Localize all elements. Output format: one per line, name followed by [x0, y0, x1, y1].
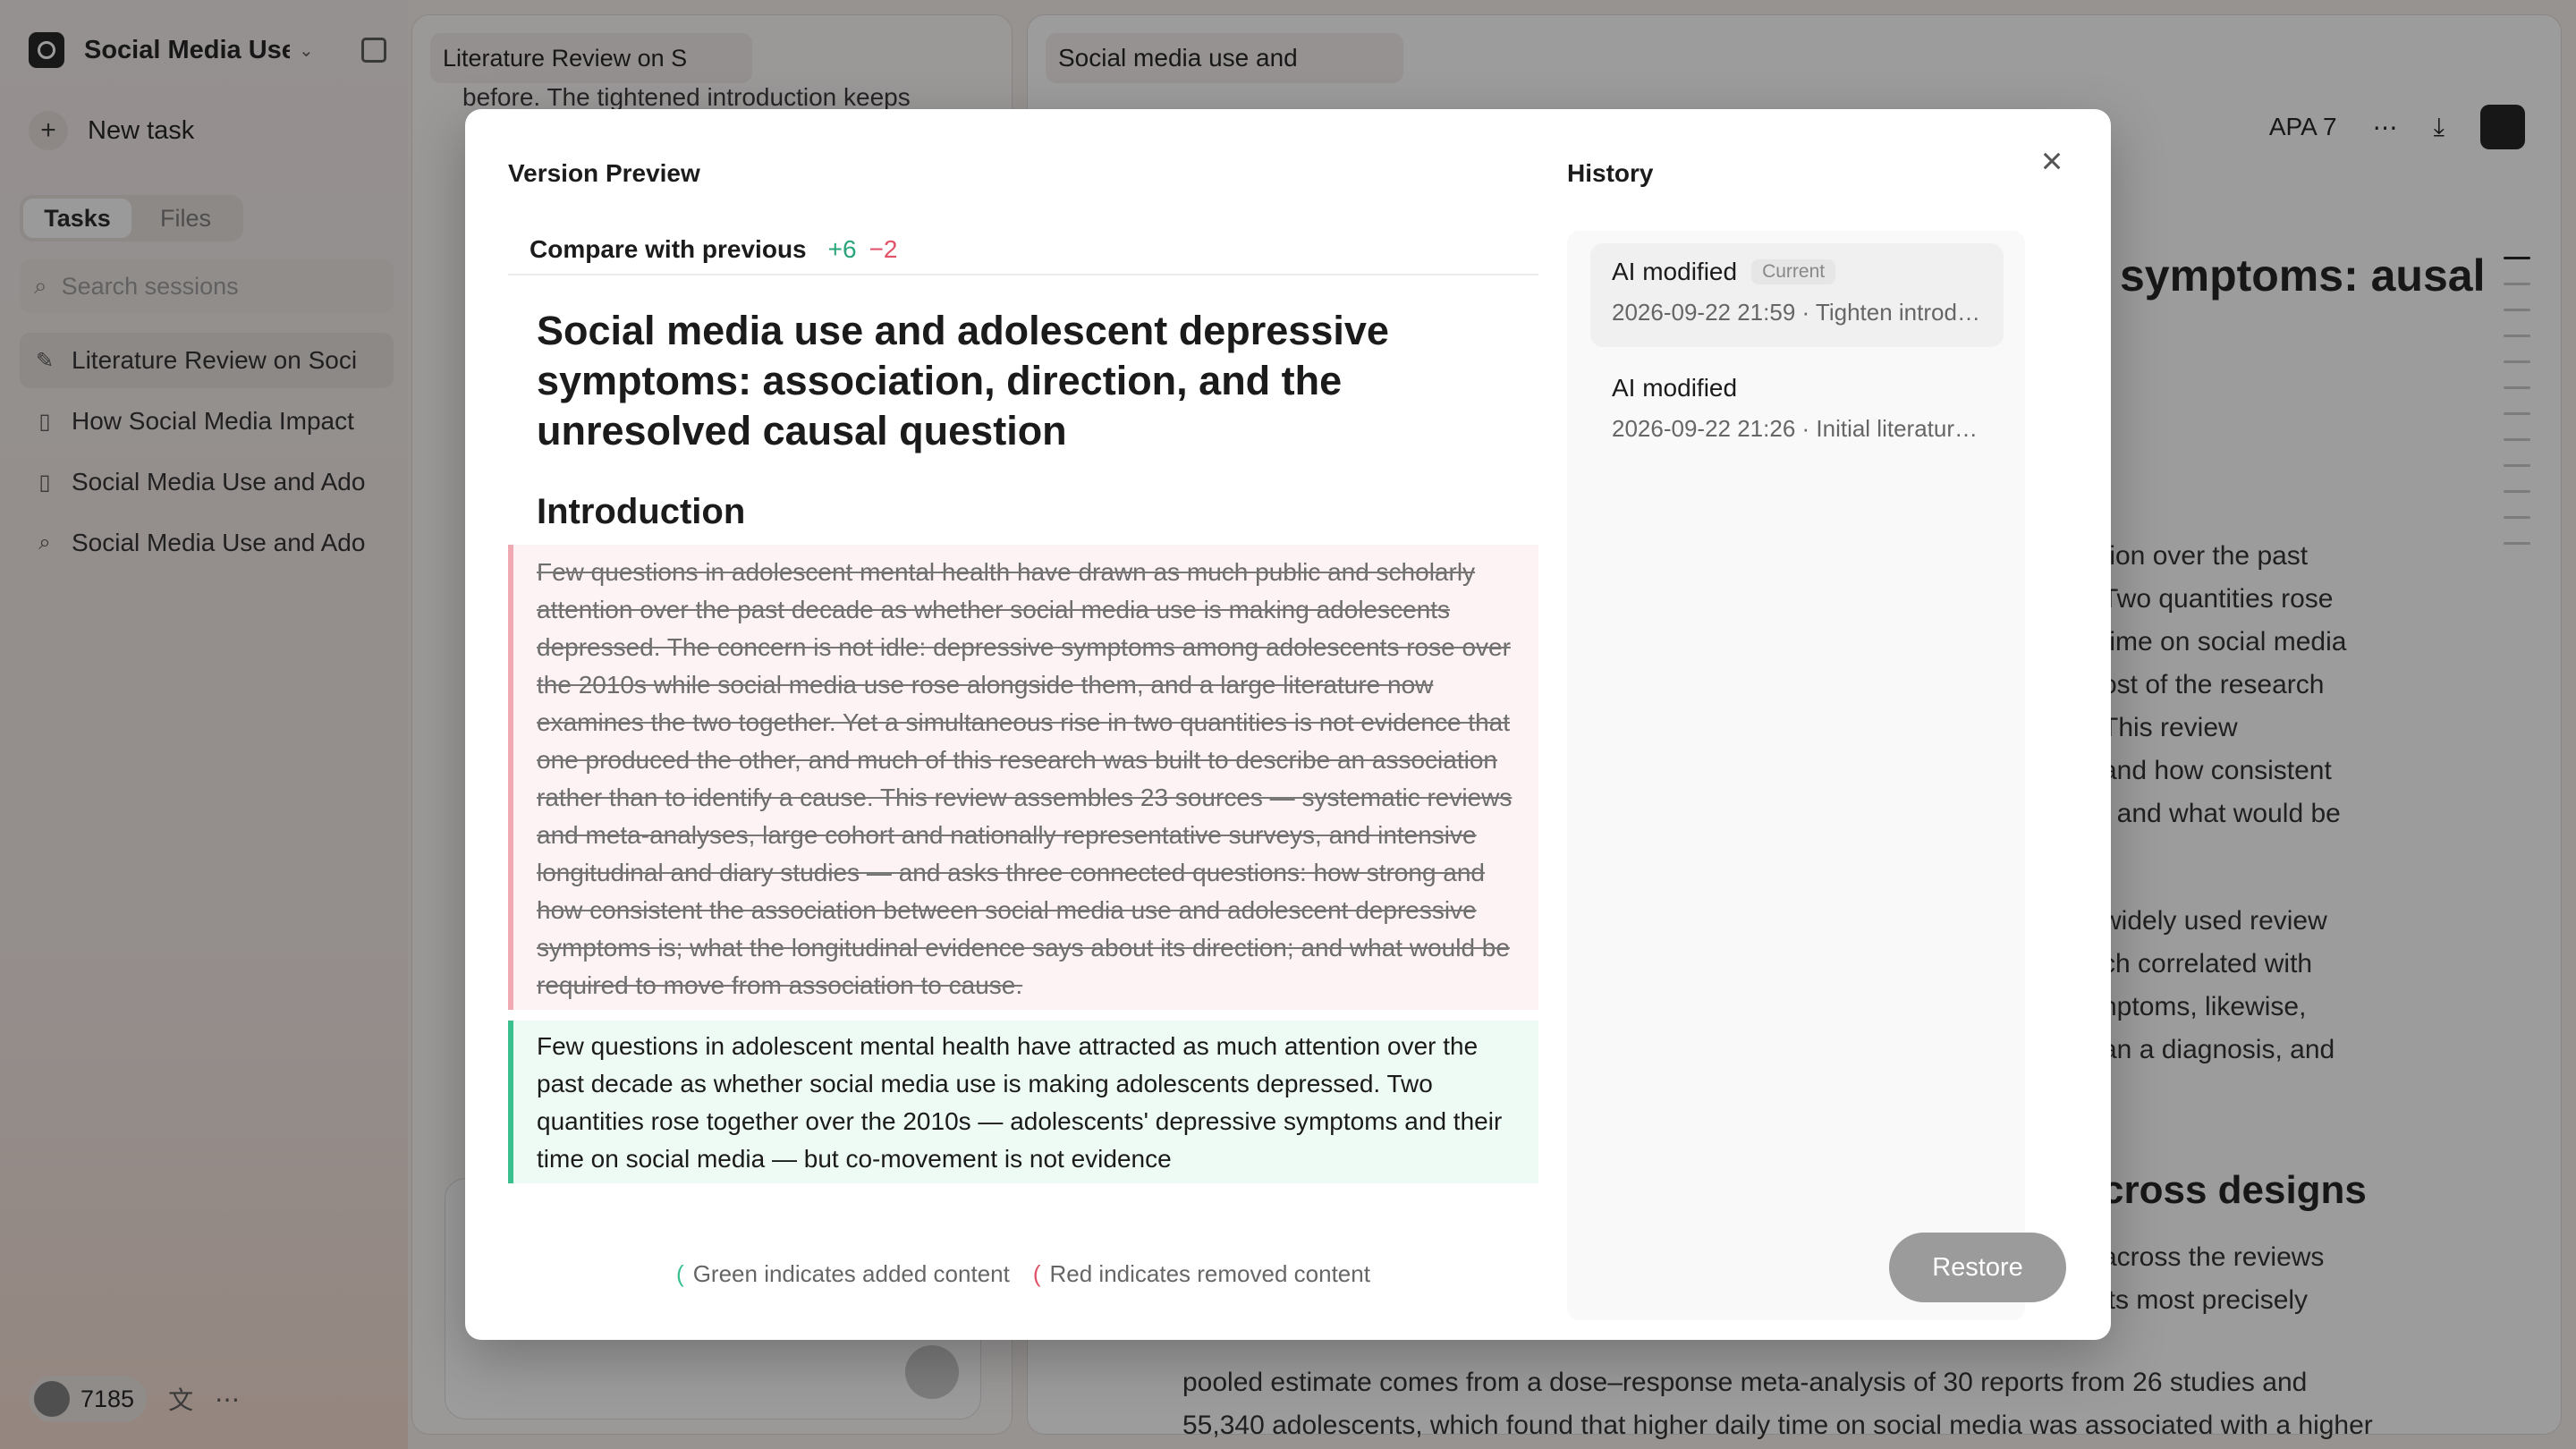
- preview-heading: Social media use and adolescent depressi…: [537, 308, 1389, 453]
- compare-label: Compare with previous: [530, 235, 807, 263]
- history-list: AI modified Current 2026-09-22 21:59 · T…: [1567, 231, 2025, 1320]
- added-content-block: Few questions in adolescent mental healt…: [508, 1021, 1538, 1183]
- history-entry-meta: 2026-09-22 21:26 · Initial literature ..…: [1612, 415, 1982, 442]
- legend-added: ( Green indicates added content: [676, 1260, 1010, 1288]
- removed-count: −2: [869, 235, 898, 263]
- history-title: History: [1567, 159, 1654, 187]
- history-header: History: [1567, 159, 2068, 188]
- history-entry-current[interactable]: AI modified Current 2026-09-22 21:59 · T…: [1590, 243, 2004, 347]
- legend-added-label: Green indicates added content: [692, 1259, 1010, 1287]
- removed-content-block: Few questions in adolescent mental healt…: [508, 545, 1538, 1010]
- restore-button[interactable]: Restore: [1889, 1233, 2066, 1302]
- preview-section-heading: Introduction: [537, 492, 746, 531]
- current-badge: Current: [1751, 259, 1836, 284]
- legend-removed-label: Red indicates removed content: [1049, 1259, 1370, 1287]
- history-entry-label: AI modified: [1612, 374, 1738, 402]
- diff-legend: ( Green indicates added content ( Red in…: [508, 1241, 1538, 1306]
- diff-preview: Social media use and adolescent depressi…: [508, 284, 1538, 1236]
- history-entry-label: AI modified: [1612, 258, 1738, 285]
- version-preview-modal: × Version Preview Compare with previous …: [465, 109, 2111, 1340]
- red-marker-icon: (: [1032, 1259, 1041, 1287]
- green-marker-icon: (: [676, 1259, 684, 1287]
- history-entry[interactable]: AI modified 2026-09-22 21:26 · Initial l…: [1590, 360, 2004, 463]
- history-entry-meta: 2026-09-22 21:59 · Tighten introdu...: [1612, 299, 1982, 326]
- legend-removed: ( Red indicates removed content: [1033, 1260, 1370, 1288]
- compare-toggle[interactable]: Compare with previous +6 −2: [508, 225, 1538, 275]
- added-count: +6: [827, 235, 857, 263]
